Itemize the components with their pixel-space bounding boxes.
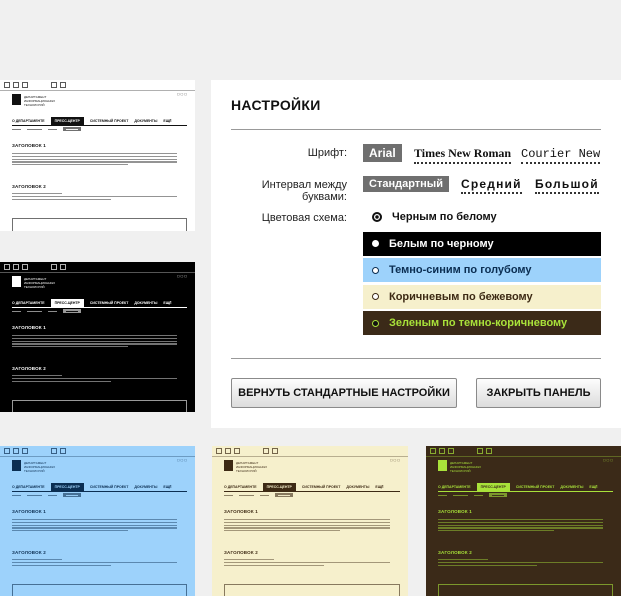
logo-text: ДЕПАРТАМЕНТ ИНФОРМАЦИОННЫХ ТЕХНОЛОГИЙ [236, 461, 268, 473]
thumb-nav-item: СИСТЕМНЫЙ ПРОЕКТ [89, 485, 129, 489]
scheme-preview-thumbnail: ДЕПАРТАМЕНТ ИНФОРМАЦИОННЫХ ТЕХНОЛОГИЙ ▢ ▢… [212, 446, 408, 596]
logo-icon [12, 94, 21, 105]
header-links: ▢ ▢ ▢ [602, 458, 613, 462]
thumb-nav-item: ЕЩЁ [589, 485, 598, 489]
radio-icon [372, 293, 379, 300]
scheme-option-0[interactable]: Черным по белому [363, 205, 601, 229]
scheme-preview-thumbnail: ДЕПАРТАМЕНТ ИНФОРМАЦИОННЫХ ТЕХНОЛОГИЙ ▢ ▢… [0, 446, 195, 596]
thumb-nav-item: СИСТЕМНЫЙ ПРОЕКТ [515, 485, 555, 489]
thumb-nav-item: ПРЕСС-ЦЕНТР [476, 483, 510, 491]
header-links: ▢ ▢ ▢ [176, 458, 187, 462]
spacing-option-medium[interactable]: Средний [461, 177, 522, 194]
scheme-label: Цветовая схема: [261, 212, 347, 224]
thumb-nav-item: ДОКУМЕНТЫ [346, 485, 370, 489]
thumb-heading-1: ЗАГОЛОВОК 1 [12, 509, 46, 514]
thumb-nav-item: ЕЩЁ [375, 485, 384, 489]
logo-icon [12, 460, 21, 471]
header-links: ▢ ▢ ▢ [389, 458, 400, 462]
thumb-nav-item: О ДЕПАРТАМЕНТЕ [12, 301, 45, 305]
thumb-heading-1: ЗАГОЛОВОК 1 [12, 143, 46, 148]
logo-text: ДЕПАРТАМЕНТ ИНФОРМАЦИОННЫХ ТЕХНОЛОГИЙ [450, 461, 482, 473]
scheme-option-4[interactable]: Зеленым по темно-коричневому [363, 311, 601, 335]
thumb-heading-1: ЗАГОЛОВОК 1 [438, 509, 472, 514]
thumb-subnav: ▬▬▬ ▬▬▬▬▬ ▬▬▬ ▬▬▬▬ [438, 493, 507, 497]
thumb-subnav: ▬▬▬ ▬▬▬▬▬ ▬▬▬ ▬▬▬▬ [224, 493, 293, 497]
logo-icon [12, 276, 21, 287]
thumb-nav-item: ЕЩЁ [163, 119, 172, 123]
thumb-heading-1: ЗАГОЛОВОК 1 [224, 509, 258, 514]
scheme-option-3[interactable]: Коричневым по бежевому [363, 284, 601, 309]
font-option-arial[interactable]: Arial [363, 144, 402, 162]
scheme-option-label: Белым по черному [389, 237, 494, 250]
thumb-heading-2: ЗАГОЛОВОК 2 [438, 550, 472, 555]
thumb-nav-item: О ДЕПАРТАМЕНТЕ [12, 485, 45, 489]
font-option-courier[interactable]: Courier New [521, 147, 601, 164]
logo-icon [438, 460, 447, 471]
thumb-nav-item: ДОКУМЕНТЫ [134, 485, 158, 489]
logo-text: ДЕПАРТАМЕНТ ИНФОРМАЦИОННЫХ ТЕХНОЛОГИЙ [24, 461, 56, 473]
logo-icon [224, 460, 233, 471]
scheme-option-label: Черным по белому [392, 211, 497, 223]
radio-icon [372, 240, 379, 247]
spacing-option-large[interactable]: Большой [535, 177, 599, 194]
scheme-option-label: Зеленым по темно-коричневому [389, 317, 568, 329]
thumb-nav-item: СИСТЕМНЫЙ ПРОЕКТ [89, 119, 129, 123]
reset-defaults-button[interactable]: ВЕРНУТЬ СТАНДАРТНЫЕ НАСТРОЙКИ [231, 378, 457, 408]
scheme-option-2[interactable]: Темно-синим по голубому [363, 258, 601, 282]
thumb-nav-item: СИСТЕМНЫЙ ПРОЕКТ [89, 301, 129, 305]
header-links: ▢ ▢ ▢ [176, 274, 187, 278]
thumb-nav-item: ДОКУМЕНТЫ [560, 485, 584, 489]
scheme-preview-thumbnail: ДЕПАРТАМЕНТ ИНФОРМАЦИОННЫХ ТЕХНОЛОГИЙ ▢ ▢… [426, 446, 621, 596]
thumb-subnav: ▬▬▬ ▬▬▬▬▬ ▬▬▬ ▬▬▬▬ [12, 493, 81, 497]
logo-text: ДЕПАРТАМЕНТ ИНФОРМАЦИОННЫХ ТЕХНОЛОГИЙ [24, 95, 56, 107]
thumb-nav-item: ПРЕСС-ЦЕНТР [50, 299, 84, 307]
radio-icon [372, 266, 379, 274]
thumb-nav: О ДЕПАРТАМЕНТЕ ПРЕСС-ЦЕНТР СИСТЕМНЫЙ ПРОЕК… [12, 299, 187, 308]
thumb-nav-item: ПРЕСС-ЦЕНТР [50, 117, 84, 125]
thumb-nav-item: О ДЕПАРТАМЕНТЕ [12, 119, 45, 123]
thumb-nav-item: СИСТЕМНЫЙ ПРОЕКТ [301, 485, 341, 489]
thumb-nav-item: ДОКУМЕНТЫ [134, 301, 158, 305]
thumb-heading-2: ЗАГОЛОВОК 2 [12, 366, 46, 371]
radio-icon [372, 319, 379, 327]
thumb-heading-1: ЗАГОЛОВОК 1 [12, 325, 46, 330]
thumb-subnav: ▬▬▬ ▬▬▬▬▬ ▬▬▬ ▬▬▬▬ [12, 127, 81, 131]
thumb-nav: О ДЕПАРТАМЕНТЕ ПРЕСС-ЦЕНТР СИСТЕМНЫЙ ПРОЕК… [12, 117, 187, 126]
scheme-option-label: Коричневым по бежевому [389, 290, 533, 303]
spacing-label: Интервал между буквами: [261, 179, 347, 203]
bottom-divider [231, 358, 601, 359]
thumb-heading-2: ЗАГОЛОВОК 2 [224, 550, 258, 555]
settings-panel: НАСТРОЙКИ Шрифт: Arial Times New Roman C… [211, 80, 621, 428]
scheme-option-1[interactable]: Белым по черному [363, 231, 601, 256]
header-links: ▢ ▢ ▢ [176, 92, 187, 96]
font-option-times[interactable]: Times New Roman [414, 146, 512, 164]
thumb-heading-2: ЗАГОЛОВОК 2 [12, 550, 46, 555]
scheme-preview-thumbnail: ДЕПАРТАМЕНТ ИНФОРМАЦИОННЫХ ТЕХНОЛОГИЙ ▢ ▢… [0, 80, 195, 231]
thumb-heading-2: ЗАГОЛОВОК 2 [12, 184, 46, 189]
thumb-nav-item: ПРЕСС-ЦЕНТР [262, 483, 296, 491]
radio-selected-icon [372, 212, 382, 222]
thumb-nav: О ДЕПАРТАМЕНТЕ ПРЕСС-ЦЕНТР СИСТЕМНЫЙ ПРОЕК… [224, 483, 400, 492]
spacing-option-standard[interactable]: Стандартный [363, 176, 449, 192]
thumb-nav-item: ЕЩЁ [163, 485, 172, 489]
thumb-nav: О ДЕПАРТАМЕНТЕ ПРЕСС-ЦЕНТР СИСТЕМНЫЙ ПРОЕК… [438, 483, 613, 492]
thumb-nav-item: О ДЕПАРТАМЕНТЕ [438, 485, 471, 489]
scheme-option-label: Темно-синим по голубому [389, 264, 532, 276]
font-label: Шрифт: [307, 147, 347, 159]
panel-title: НАСТРОЙКИ [231, 97, 321, 113]
thumb-nav-item: ЕЩЁ [163, 301, 172, 305]
scheme-preview-thumbnail: ДЕПАРТАМЕНТ ИНФОРМАЦИОННЫХ ТЕХНОЛОГИЙ ▢ ▢… [0, 262, 195, 412]
top-divider [231, 129, 601, 130]
thumb-nav-item: ДОКУМЕНТЫ [134, 119, 158, 123]
close-panel-button[interactable]: ЗАКРЫТЬ ПАНЕЛЬ [476, 378, 601, 408]
logo-text: ДЕПАРТАМЕНТ ИНФОРМАЦИОННЫХ ТЕХНОЛОГИЙ [24, 277, 56, 289]
thumb-nav-item: О ДЕПАРТАМЕНТЕ [224, 485, 257, 489]
thumb-subnav: ▬▬▬ ▬▬▬▬▬ ▬▬▬ ▬▬▬▬ [12, 309, 81, 313]
thumb-nav-item: ПРЕСС-ЦЕНТР [50, 483, 84, 491]
thumb-nav: О ДЕПАРТАМЕНТЕ ПРЕСС-ЦЕНТР СИСТЕМНЫЙ ПРОЕК… [12, 483, 187, 492]
